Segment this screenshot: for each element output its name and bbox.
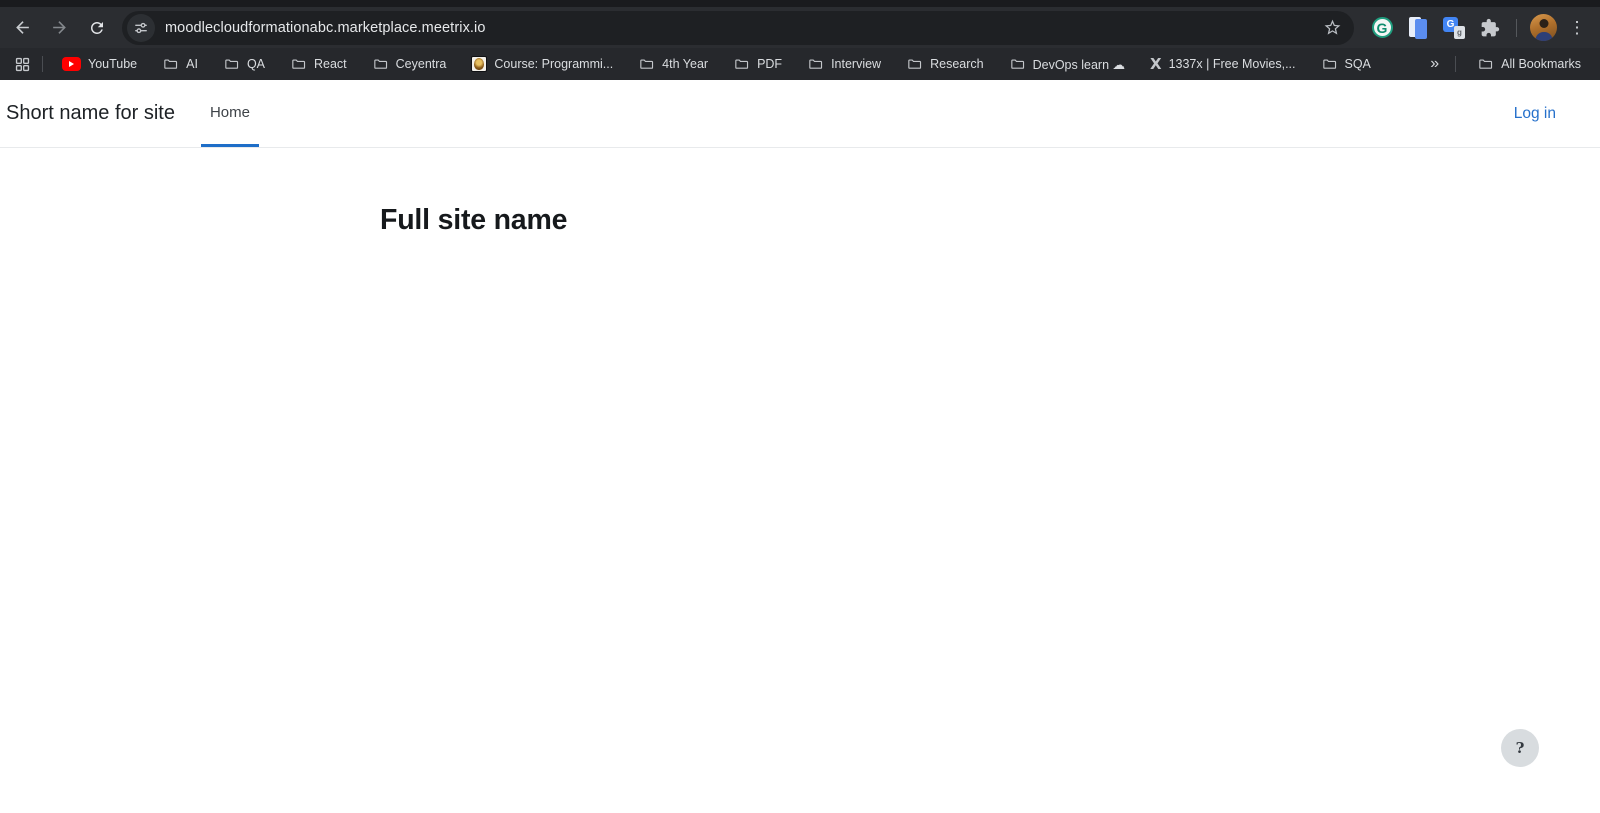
folder-icon <box>906 56 923 73</box>
tab-home[interactable]: Home <box>200 80 259 147</box>
google-translate-icon: G g <box>1443 16 1465 39</box>
folder-icon <box>290 56 307 73</box>
bookmark-folder-devops[interactable]: DevOps learn ☁ <box>1000 52 1134 76</box>
site-settings-button[interactable] <box>127 13 155 42</box>
extensions-button[interactable] <box>1472 11 1508 45</box>
forward-arrow-icon <box>50 18 69 37</box>
bookmarks-bar: YouTube AI QA React Ceyentra Course: Pro… <box>0 48 1600 80</box>
bookmark-label: Course: Programmi... <box>494 57 614 71</box>
folder-icon <box>638 56 655 73</box>
reload-button[interactable] <box>78 11 115 45</box>
apps-grid-button[interactable] <box>8 51 36 77</box>
question-mark-icon: ? <box>1515 739 1525 757</box>
folder-icon <box>1477 56 1494 73</box>
bookmark-label: React <box>314 57 347 71</box>
avatar-figure <box>1539 19 1548 28</box>
folder-icon <box>1009 56 1026 73</box>
profile-avatar[interactable] <box>1530 14 1557 41</box>
all-bookmarks-label: All Bookmarks <box>1501 57 1581 71</box>
apps-grid-icon <box>14 56 31 73</box>
bookmarks-overflow-button[interactable]: » <box>1422 55 1447 73</box>
bookmark-youtube[interactable]: YouTube <box>53 52 146 76</box>
bookmark-label: DevOps learn ☁ <box>1032 57 1125 72</box>
bookmark-folder-4th-year[interactable]: 4th Year <box>629 52 717 76</box>
forward-button[interactable] <box>41 11 78 45</box>
folder-icon <box>372 56 389 73</box>
grammarly-extension-button[interactable]: G <box>1364 11 1400 45</box>
blue-pages-icon <box>1408 16 1428 39</box>
main-content: Full site name <box>380 148 1220 237</box>
bookmark-folder-pdf[interactable]: PDF <box>724 52 791 76</box>
tune-icon <box>133 20 149 36</box>
bookmark-1337x[interactable]: X 1337x | Free Movies,... <box>1141 52 1305 76</box>
folder-icon <box>223 56 240 73</box>
three-dots-icon: ⋮ <box>1568 17 1586 37</box>
help-button[interactable]: ? <box>1501 729 1539 767</box>
header-spacer <box>259 80 1514 147</box>
bookmark-folder-react[interactable]: React <box>281 52 356 76</box>
back-arrow-icon <box>13 18 32 37</box>
bookmark-folder-qa[interactable]: QA <box>214 52 274 76</box>
youtube-icon <box>62 57 81 71</box>
university-crest-favicon <box>471 56 488 72</box>
page-viewport: Short name for site Home Log in Full sit… <box>0 80 1600 813</box>
site-shortname[interactable]: Short name for site <box>6 102 175 125</box>
bookmark-course[interactable]: Course: Programmi... <box>462 52 622 76</box>
bookmark-folder-ai[interactable]: AI <box>153 52 207 76</box>
primary-navigation: Home <box>200 80 259 147</box>
bookmark-folder-sqa[interactable]: SQA <box>1312 52 1380 76</box>
login-link[interactable]: Log in <box>1514 105 1556 123</box>
all-bookmarks-button[interactable]: All Bookmarks <box>1468 52 1590 76</box>
puzzle-icon <box>1480 18 1500 38</box>
site-header: Short name for site Home Log in <box>0 80 1600 148</box>
bookmark-label: 4th Year <box>662 57 709 71</box>
bookmarks-divider <box>42 56 43 72</box>
bookmark-folder-interview[interactable]: Interview <box>798 52 890 76</box>
bookmark-label: Research <box>930 57 984 71</box>
translate-extension-button[interactable]: G g <box>1436 11 1472 45</box>
back-button[interactable] <box>4 11 41 45</box>
bookmark-label: 1337x | Free Movies,... <box>1168 57 1296 71</box>
folder-icon <box>1321 56 1338 73</box>
bookmark-label: PDF <box>757 57 783 71</box>
docs-extension-button[interactable] <box>1400 11 1436 45</box>
bookmark-folder-research[interactable]: Research <box>897 52 993 76</box>
bookmark-star-button[interactable] <box>1316 12 1348 44</box>
folder-icon <box>162 56 179 73</box>
bookmark-label: AI <box>186 57 198 71</box>
browser-window: moodlecloudformationabc.marketplace.meet… <box>0 0 1600 813</box>
bookmark-label: Interview <box>831 57 882 71</box>
bookmark-label: YouTube <box>88 57 138 71</box>
url-text[interactable]: moodlecloudformationabc.marketplace.meet… <box>165 20 1316 36</box>
toolbar-divider <box>1516 18 1517 37</box>
folder-icon <box>733 56 750 73</box>
bookmark-label: QA <box>246 57 265 71</box>
bookmark-folder-ceyentra[interactable]: Ceyentra <box>363 52 456 76</box>
chevron-double-right-icon: » <box>1430 55 1440 72</box>
bookmark-label: Ceyentra <box>395 57 447 71</box>
star-icon <box>1323 18 1342 37</box>
bookmarks-divider <box>1455 56 1457 72</box>
bookmark-label: SQA <box>1344 57 1371 71</box>
folder-icon <box>807 56 824 73</box>
reload-icon <box>88 19 106 37</box>
address-bar[interactable]: moodlecloudformationabc.marketplace.meet… <box>122 10 1354 45</box>
x-site-favicon: X <box>1150 55 1162 73</box>
browser-menu-button[interactable]: ⋮ <box>1562 11 1592 45</box>
browser-toolbar: moodlecloudformationabc.marketplace.meet… <box>0 7 1600 48</box>
site-fullname-heading: Full site name <box>380 204 568 236</box>
grammarly-icon: G <box>1371 17 1393 38</box>
window-frame <box>0 0 1600 7</box>
